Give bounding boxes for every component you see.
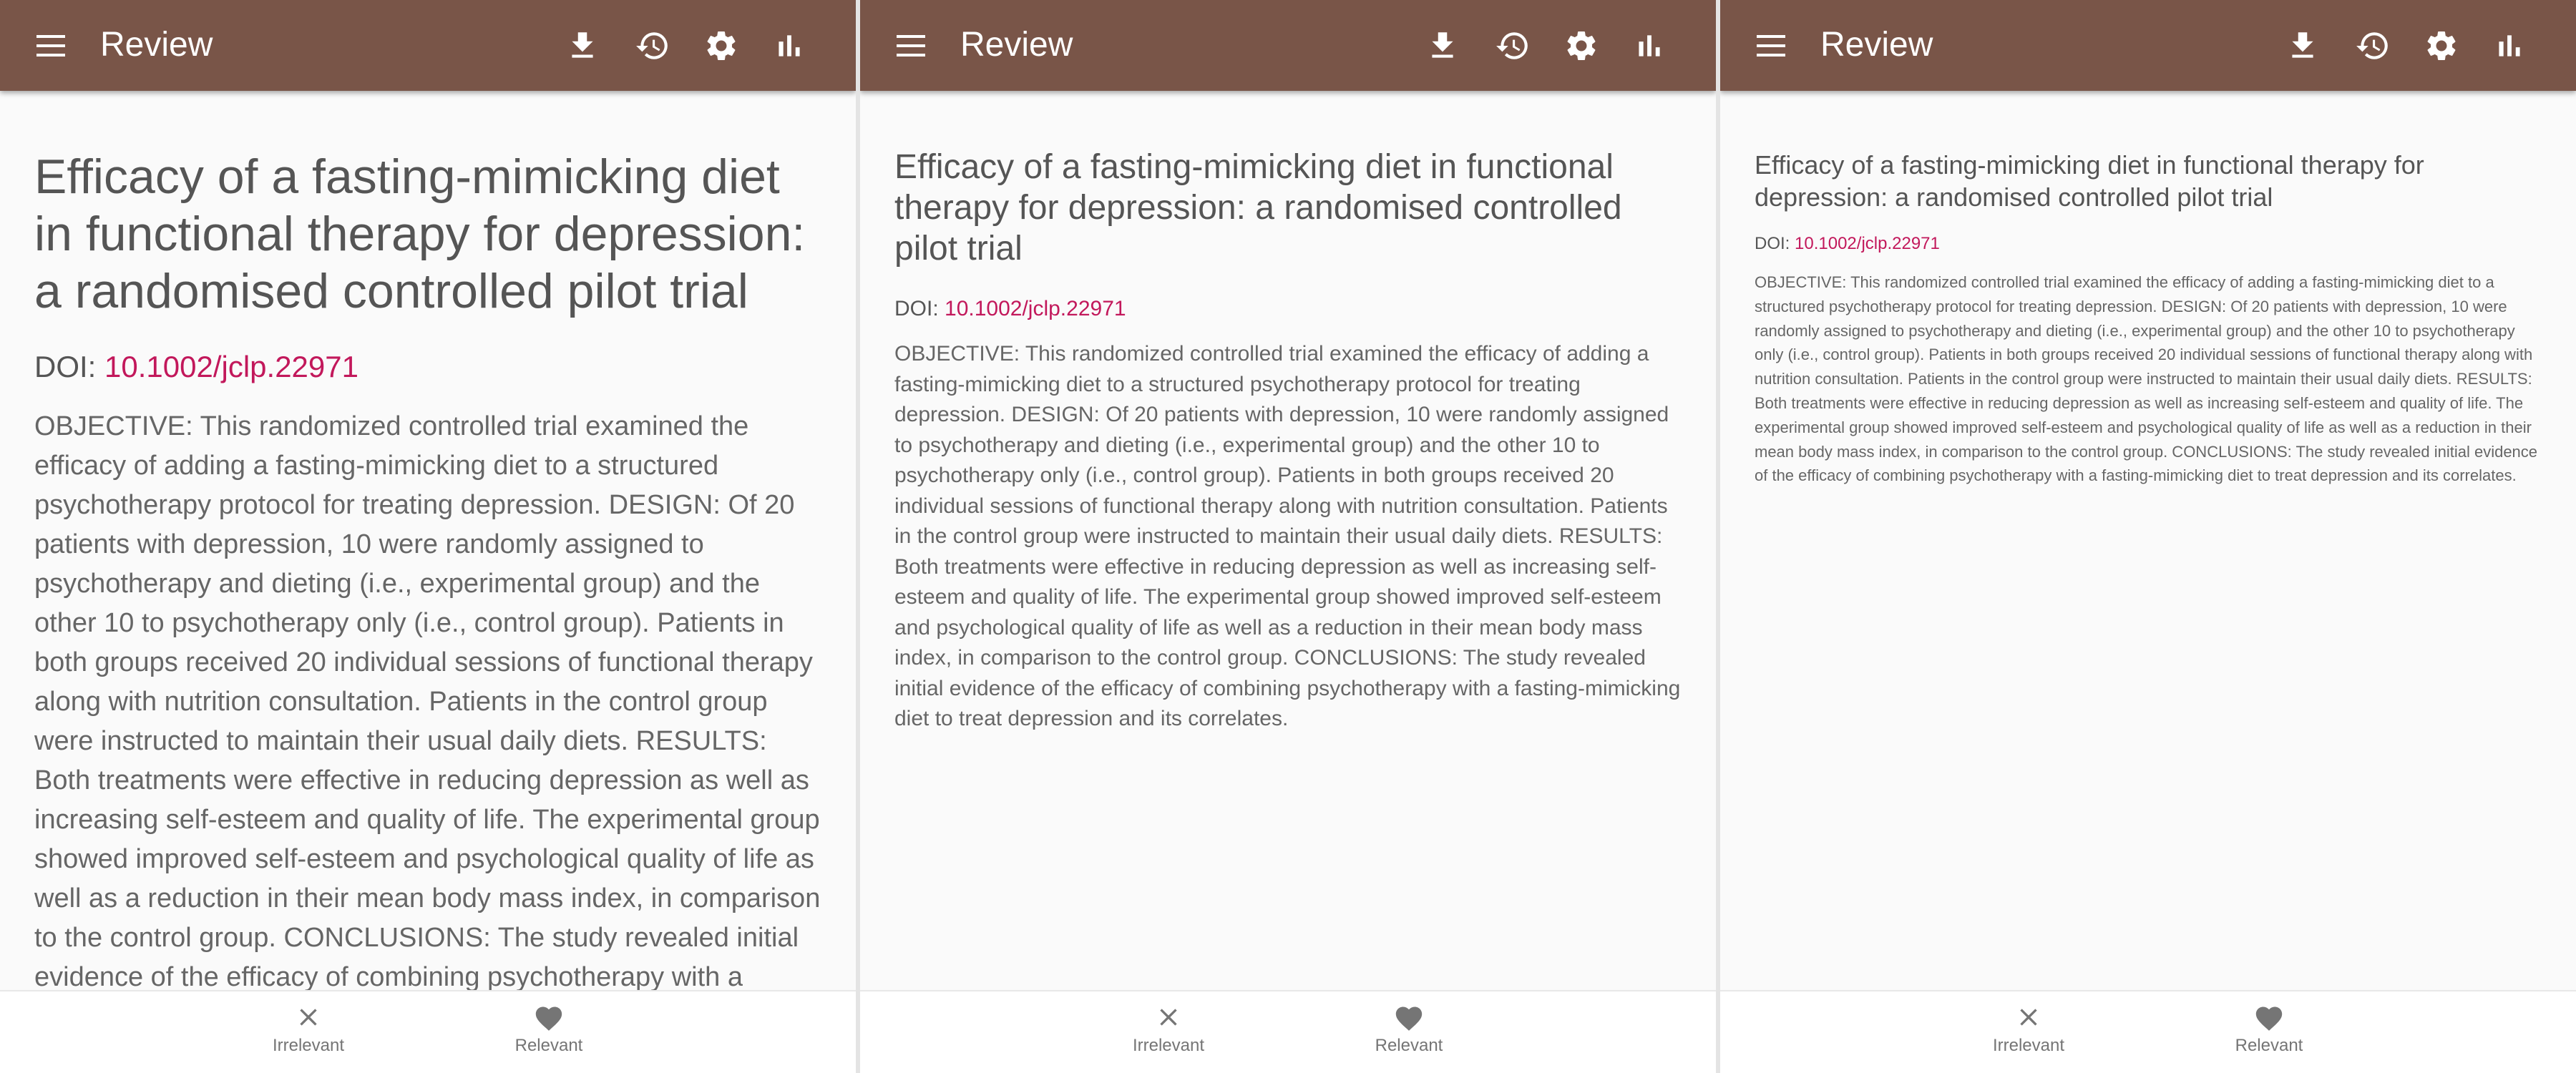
history-icon[interactable] bbox=[1495, 28, 1531, 64]
app-bar: Review bbox=[0, 0, 856, 91]
app-bar: Review bbox=[1720, 0, 2576, 91]
article-abstract: OBJECTIVE: This randomized controlled tr… bbox=[34, 411, 821, 991]
review-screen-small-text: Review Efficacy of a fasting-mimicking d… bbox=[1720, 0, 2576, 1073]
irrelevant-label: Irrelevant bbox=[1992, 1036, 2065, 1055]
relevant-label: Relevant bbox=[2235, 1036, 2303, 1055]
relevant-label: Relevant bbox=[1375, 1036, 1443, 1055]
irrelevant-label: Irrelevant bbox=[272, 1036, 345, 1055]
close-icon bbox=[2020, 1009, 2037, 1026]
close-icon bbox=[300, 1009, 317, 1026]
heart-icon bbox=[535, 1006, 562, 1031]
bar-chart-icon[interactable] bbox=[2492, 28, 2527, 64]
doi-label: DOI: bbox=[1755, 234, 1795, 253]
article-abstract: OBJECTIVE: This randomized controlled tr… bbox=[894, 342, 1681, 730]
settings-icon[interactable] bbox=[703, 28, 739, 64]
relevant-button[interactable]: Relevant bbox=[1337, 991, 1480, 1073]
bottom-navigation: Irrelevant Relevant bbox=[0, 990, 856, 1073]
relevant-label: Relevant bbox=[514, 1036, 583, 1055]
doi-label: DOI: bbox=[894, 297, 945, 320]
menu-icon[interactable] bbox=[34, 31, 67, 60]
menu-icon[interactable] bbox=[894, 31, 927, 60]
review-screen-medium-text: Review Efficacy of a fasting-mimicking d… bbox=[860, 0, 1716, 1073]
article-content: Efficacy of a fasting-mimicking diet in … bbox=[894, 91, 1683, 991]
download-icon[interactable] bbox=[2285, 28, 2321, 64]
close-icon bbox=[1160, 1009, 1177, 1026]
settings-icon[interactable] bbox=[1563, 28, 1599, 64]
article-content: Efficacy of a fasting-mimicking diet in … bbox=[34, 91, 823, 991]
article-title: Efficacy of a fasting-mimicking diet in … bbox=[1755, 150, 2424, 212]
app-title: Review bbox=[100, 26, 213, 64]
irrelevant-button[interactable]: Irrelevant bbox=[1957, 991, 2100, 1073]
article-title: Efficacy of a fasting-mimicking diet in … bbox=[34, 150, 806, 318]
doi-link[interactable]: 10.1002/jclp.22971 bbox=[104, 350, 358, 383]
settings-icon[interactable] bbox=[2424, 28, 2459, 64]
review-screen-large-text: Review Efficacy of a fasting-mimicking d… bbox=[0, 0, 856, 1073]
bar-chart-icon[interactable] bbox=[1631, 28, 1667, 64]
article-abstract: OBJECTIVE: This randomized controlled tr… bbox=[1755, 273, 2538, 485]
irrelevant-button[interactable]: Irrelevant bbox=[237, 991, 380, 1073]
bottom-navigation: Irrelevant Relevant bbox=[860, 990, 1716, 1073]
app-bar: Review bbox=[860, 0, 1716, 91]
irrelevant-button[interactable]: Irrelevant bbox=[1097, 991, 1240, 1073]
doi-label: DOI: bbox=[34, 350, 105, 383]
article-content: Efficacy of a fasting-mimicking diet in … bbox=[1755, 91, 2543, 991]
download-icon[interactable] bbox=[1425, 28, 1460, 64]
history-icon[interactable] bbox=[635, 28, 670, 64]
relevant-button[interactable]: Relevant bbox=[477, 991, 620, 1073]
history-icon[interactable] bbox=[2355, 28, 2391, 64]
heart-icon bbox=[1395, 1006, 1423, 1031]
heart-icon bbox=[2255, 1006, 2283, 1031]
bar-chart-icon[interactable] bbox=[771, 28, 807, 64]
download-icon[interactable] bbox=[565, 28, 600, 64]
app-title: Review bbox=[1820, 26, 1933, 64]
doi-row: DOI: 10.1002/jclp.22971 bbox=[34, 348, 823, 386]
app-title: Review bbox=[960, 26, 1073, 64]
doi-row: DOI: 10.1002/jclp.22971 bbox=[1755, 233, 2543, 255]
doi-link[interactable]: 10.1002/jclp.22971 bbox=[1795, 234, 1940, 253]
relevant-button[interactable]: Relevant bbox=[2197, 991, 2341, 1073]
bottom-navigation: Irrelevant Relevant bbox=[1720, 990, 2576, 1073]
doi-link[interactable]: 10.1002/jclp.22971 bbox=[945, 297, 1126, 320]
article-title: Efficacy of a fasting-mimicking diet in … bbox=[894, 148, 1622, 268]
doi-row: DOI: 10.1002/jclp.22971 bbox=[894, 295, 1683, 323]
menu-icon[interactable] bbox=[1755, 31, 1787, 60]
irrelevant-label: Irrelevant bbox=[1132, 1036, 1205, 1055]
